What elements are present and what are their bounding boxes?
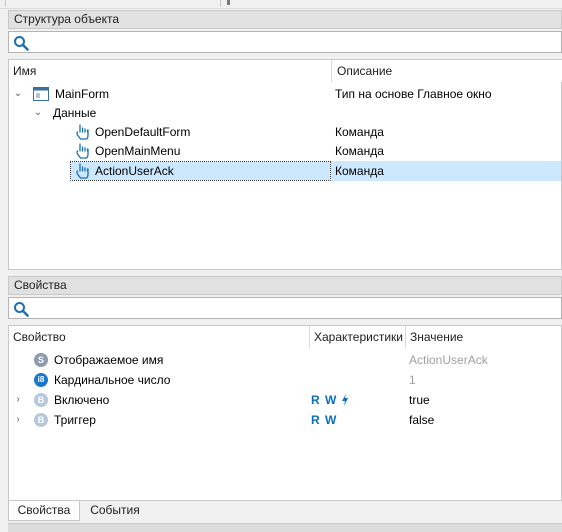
search-icon <box>14 36 29 51</box>
search-icon <box>14 302 29 317</box>
chevron-right-icon[interactable]: › <box>13 390 23 410</box>
read-write-flags: R W <box>311 413 338 427</box>
property-label: Триггер <box>54 413 96 427</box>
property-row-trigger[interactable]: › B Триггер R W false <box>9 410 561 430</box>
strip-separator <box>220 0 221 7</box>
chevron-right-icon[interactable]: › <box>13 410 23 430</box>
column-header-characteristics-label: Характеристики <box>314 330 403 344</box>
column-header-property[interactable]: Свойство <box>9 326 309 348</box>
command-hand-icon <box>76 124 89 140</box>
structure-search-input[interactable] <box>33 34 553 50</box>
boolean-type-icon: B <box>34 413 48 427</box>
structure-tree: Имя Описание ⌄ MainForm Тип на основе Гл… <box>8 59 562 270</box>
tree-node-label: OpenDefaultForm <box>95 125 191 139</box>
column-header-value[interactable]: Значение <box>406 326 561 348</box>
strip-separator <box>5 0 6 7</box>
tree-node-description: Команда <box>335 144 384 158</box>
tree-row-command-selected[interactable]: ActionUserAck Команда <box>9 161 561 181</box>
tab-events[interactable]: События <box>82 501 148 521</box>
string-type-icon: S <box>34 353 48 367</box>
column-header-value-label: Значение <box>410 330 464 344</box>
properties-search-bar[interactable] <box>8 297 562 319</box>
tree-row-mainform[interactable]: ⌄ MainForm Тип на основе Главное окно <box>9 84 561 104</box>
properties-panel-header: Свойства <box>8 276 562 295</box>
property-label: Включено <box>54 393 110 407</box>
tree-node-label: OpenMainMenu <box>95 144 181 158</box>
property-row-display-name[interactable]: S Отображаемое имя ActionUserAck <box>9 350 561 370</box>
property-value[interactable]: true <box>409 390 430 410</box>
tree-node-description: Команда <box>335 164 384 178</box>
form-window-icon <box>33 87 49 101</box>
command-hand-icon <box>76 163 89 179</box>
boolean-type-icon: B <box>34 393 48 407</box>
read-write-flags: R W <box>311 393 338 407</box>
tab-properties-label: Свойства <box>17 503 71 517</box>
column-header-description[interactable]: Описание <box>333 60 562 82</box>
strip-marker <box>227 0 230 5</box>
properties-grid: Свойство Характеристики Значение S Отобр… <box>8 325 562 501</box>
column-header-characteristics[interactable]: Характеристики <box>310 326 405 348</box>
bottom-tab-bar: Свойства События <box>8 501 562 521</box>
structure-panel-header: Структура объекта <box>8 10 562 29</box>
tree-node-label: Данные <box>53 106 97 120</box>
tree-node-label: MainForm <box>55 87 110 101</box>
property-label: Кардинальное число <box>54 373 171 387</box>
property-row-cardinality[interactable]: i8 Кардинальное число 1 <box>9 370 561 390</box>
column-divider[interactable] <box>331 60 332 82</box>
tree-row-command[interactable]: OpenDefaultForm Команда <box>9 122 561 142</box>
property-value[interactable]: false <box>409 410 434 430</box>
property-row-enabled[interactable]: › B Включено R W true <box>9 390 561 410</box>
property-label: Отображаемое имя <box>54 353 164 367</box>
tree-node-label: ActionUserAck <box>95 164 174 178</box>
property-value[interactable]: 1 <box>409 370 416 390</box>
structure-panel-title: Структура объекта <box>14 12 120 26</box>
lightning-icon <box>342 394 348 406</box>
properties-search-input[interactable] <box>33 300 553 316</box>
column-header-name-label: Имя <box>13 64 37 78</box>
integer-type-icon: i8 <box>34 373 48 387</box>
tree-row-data-group[interactable]: ⌄ Данные <box>9 103 561 123</box>
column-header-property-label: Свойство <box>13 330 66 344</box>
structure-search-bar[interactable] <box>8 31 562 53</box>
tree-node-description: Тип на основе Главное окно <box>335 87 492 101</box>
tab-events-label: События <box>90 503 140 517</box>
column-header-name[interactable]: Имя <box>9 60 331 82</box>
bottom-strip <box>8 523 562 532</box>
properties-panel-title: Свойства <box>14 278 67 292</box>
chevron-down-icon[interactable]: ⌄ <box>33 103 43 123</box>
command-hand-icon <box>76 143 89 159</box>
tree-row-command[interactable]: OpenMainMenu Команда <box>9 141 561 161</box>
top-toolbar-strip <box>0 0 562 9</box>
tab-properties[interactable]: Свойства <box>8 501 80 521</box>
tree-node-description: Команда <box>335 125 384 139</box>
column-header-description-label: Описание <box>337 64 393 78</box>
property-value[interactable]: ActionUserAck <box>409 350 488 370</box>
chevron-down-icon[interactable]: ⌄ <box>13 84 23 104</box>
